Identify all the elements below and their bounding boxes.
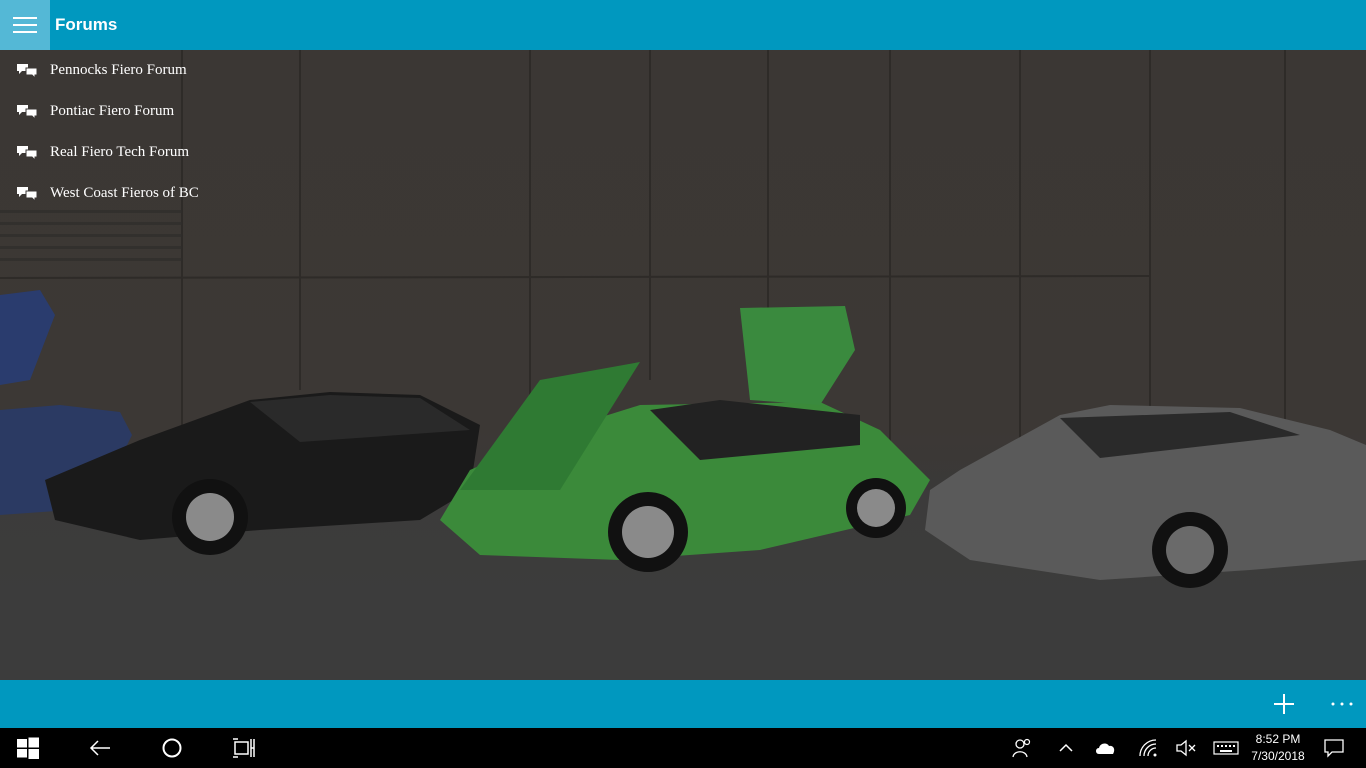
forum-label: Pontiac Fiero Forum [50, 103, 175, 119]
forum-chat-icon [17, 63, 38, 79]
title-bar: Forums [0, 0, 1366, 50]
forum-chat-icon [17, 104, 38, 120]
task-view-icon[interactable] [232, 736, 256, 760]
system-clock[interactable]: 8:52 PM 7/30/2018 [1240, 731, 1316, 765]
forum-label: West Coast Fieros of BC [50, 185, 199, 201]
forum-label: Pennocks Fiero Forum [50, 62, 187, 78]
forum-item-real-fiero-tech[interactable]: Real Fiero Tech Forum [0, 132, 199, 173]
hamburger-icon [13, 17, 37, 33]
wifi-icon[interactable] [1136, 736, 1160, 760]
content-area: Pennocks Fiero Forum Pontiac Fiero Forum… [0, 50, 1366, 680]
back-arrow-icon[interactable] [88, 736, 112, 760]
background-photo [0, 50, 1366, 680]
chevron-up-icon[interactable] [1054, 736, 1078, 760]
hamburger-menu-button[interactable] [0, 0, 50, 50]
clock-time: 8:52 PM [1255, 732, 1301, 746]
cortana-search-icon[interactable] [160, 736, 184, 760]
plus-icon [1274, 694, 1294, 714]
windows-start-icon[interactable] [16, 736, 40, 760]
people-icon[interactable] [1010, 736, 1034, 760]
clock-date: 7/30/2018 [1251, 749, 1305, 763]
ellipsis-icon [1331, 702, 1353, 706]
forum-label: Real Fiero Tech Forum [50, 144, 190, 160]
forum-chat-icon [17, 186, 38, 202]
forum-item-west-coast[interactable]: West Coast Fieros of BC [0, 173, 199, 214]
add-button[interactable] [1270, 690, 1298, 718]
keyboard-icon[interactable] [1212, 736, 1240, 760]
volume-muted-icon[interactable] [1174, 736, 1198, 760]
onedrive-cloud-icon[interactable] [1094, 736, 1118, 760]
windows-taskbar: 8:52 PM 7/30/2018 [0, 728, 1366, 768]
forum-list: Pennocks Fiero Forum Pontiac Fiero Forum… [0, 50, 199, 214]
page-title: Forums [55, 15, 118, 34]
bottom-app-bar [0, 680, 1366, 728]
forum-chat-icon [17, 145, 38, 161]
more-options-button[interactable] [1326, 690, 1358, 718]
forum-item-pontiac[interactable]: Pontiac Fiero Forum [0, 91, 199, 132]
action-center-icon[interactable] [1322, 736, 1346, 760]
forum-item-pennocks[interactable]: Pennocks Fiero Forum [0, 50, 199, 91]
